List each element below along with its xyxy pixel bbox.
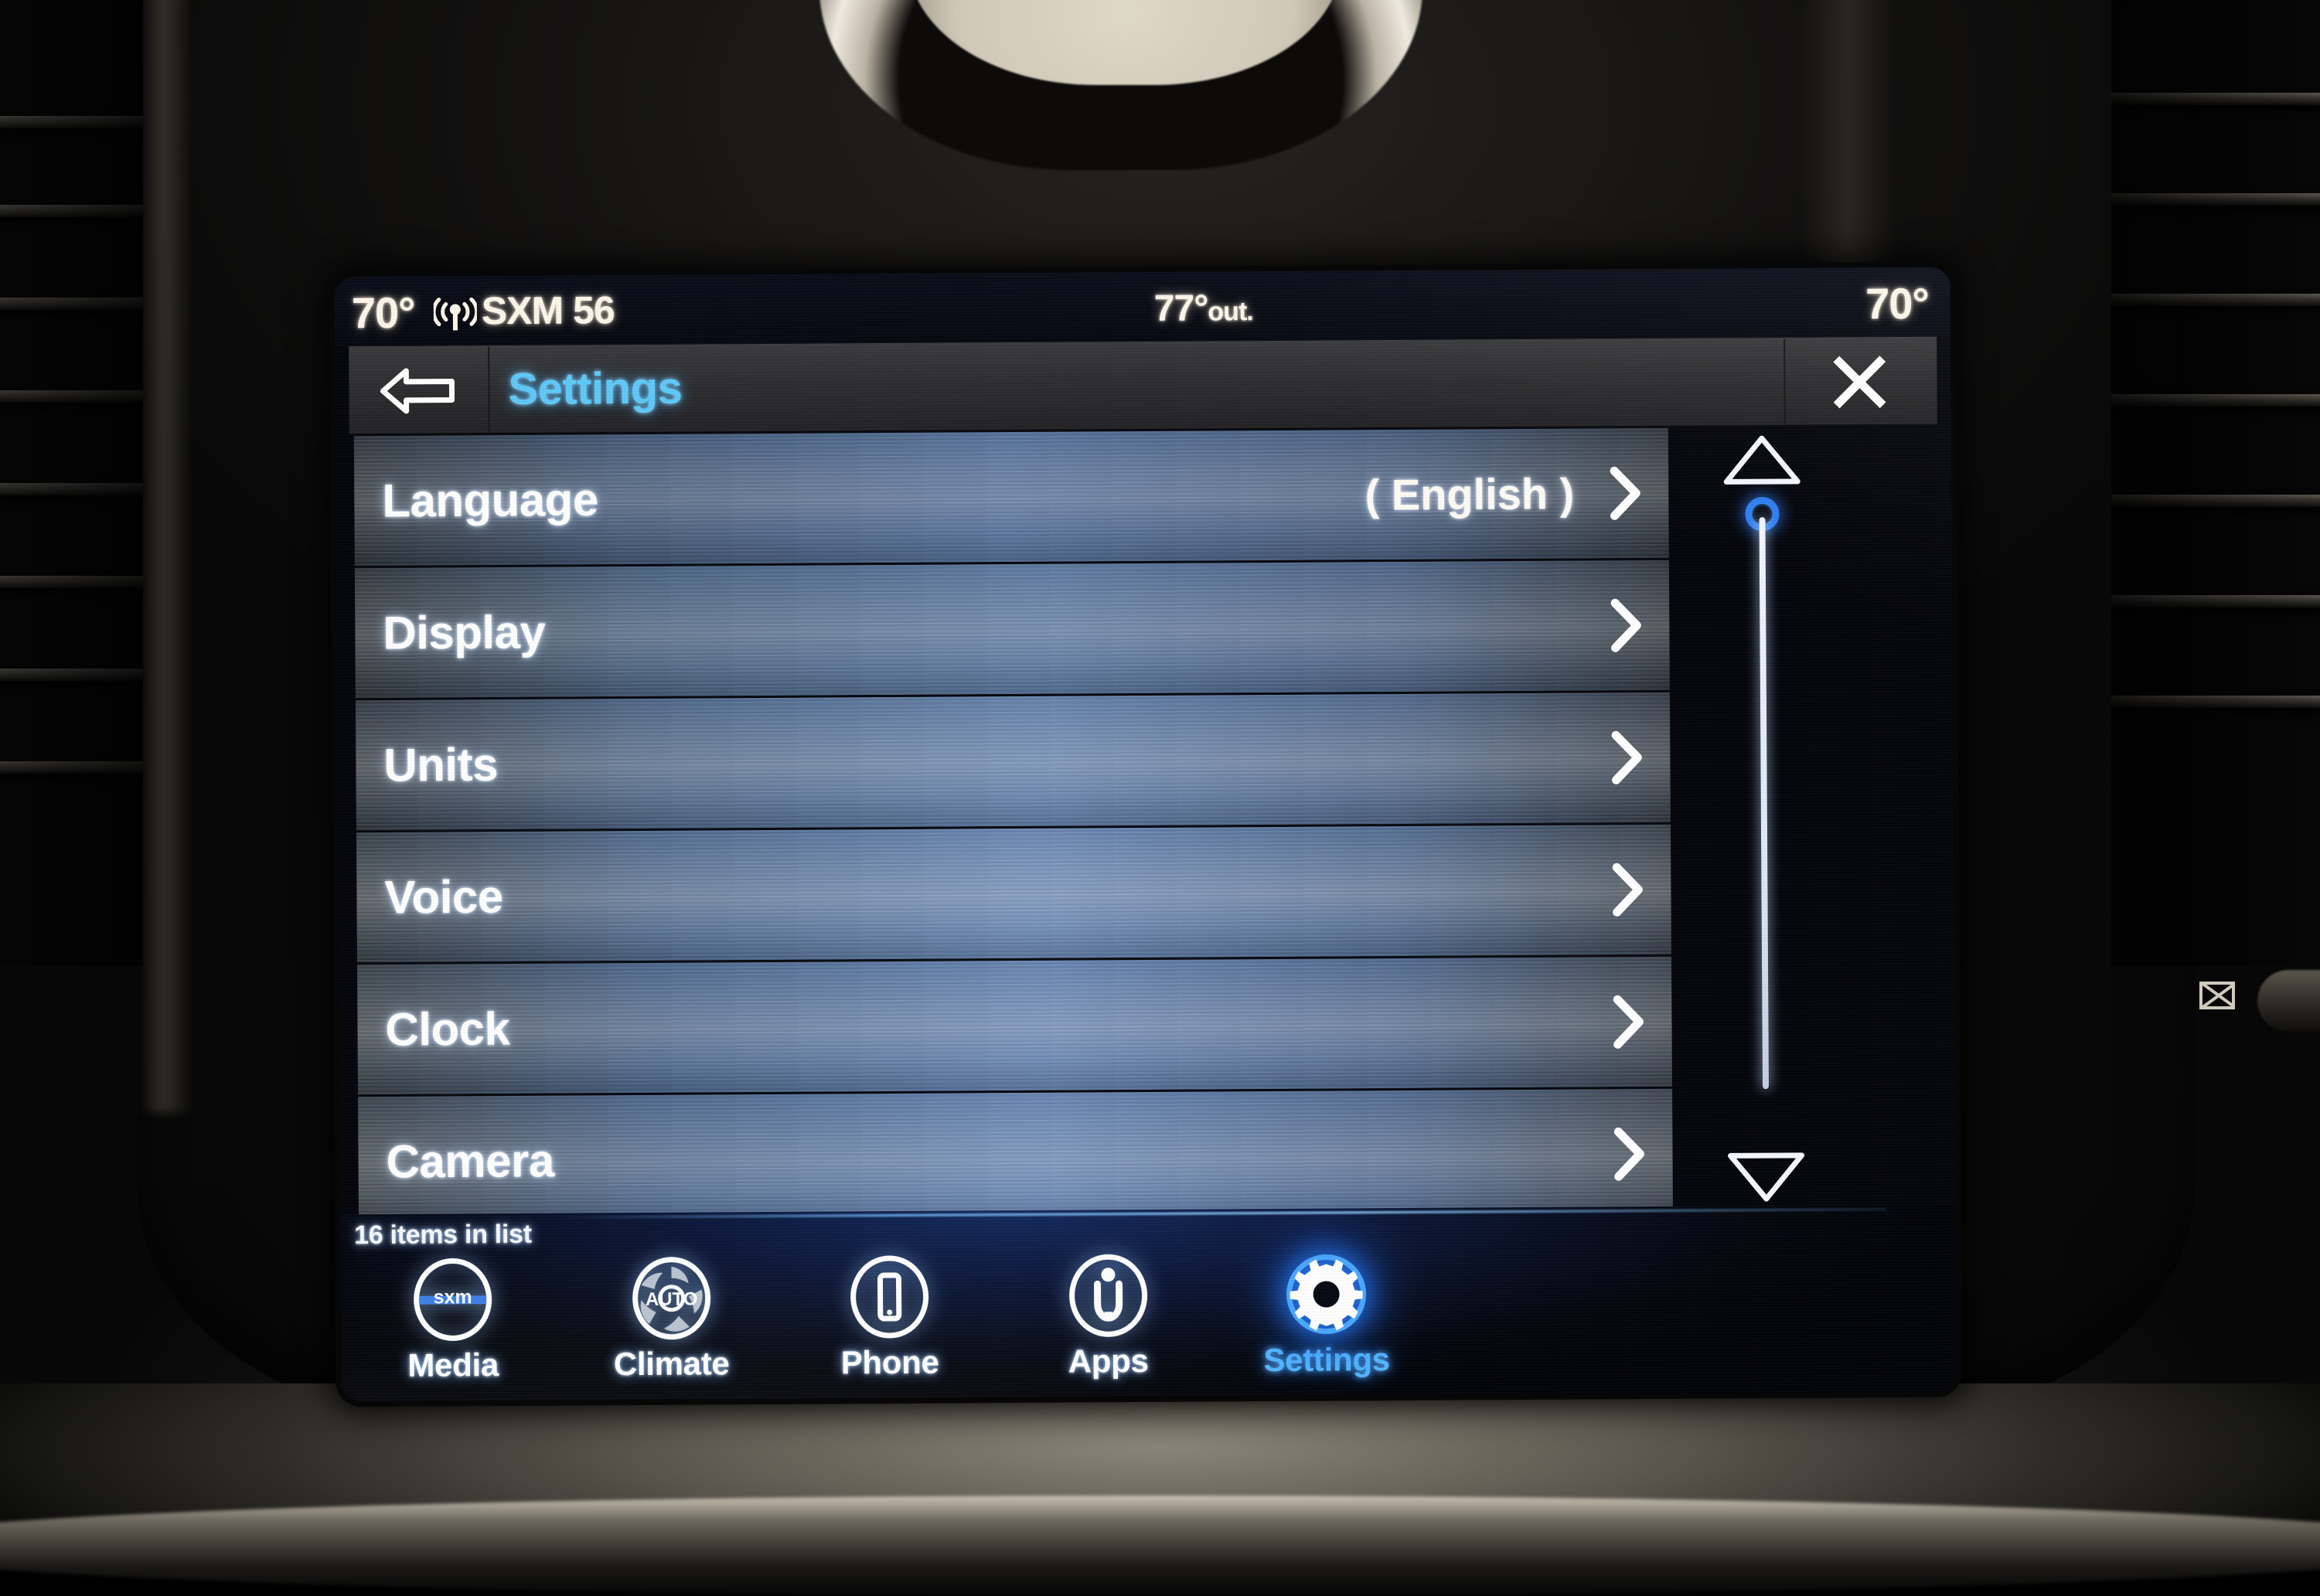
triangle-down-icon: [1726, 1149, 1807, 1206]
list-item[interactable]: Voice: [356, 825, 1671, 965]
settings-list[interactable]: Language ( English ) Display Units: [354, 428, 1673, 1217]
uconnect-u-icon: [1059, 1253, 1157, 1339]
title-bar: Settings: [349, 337, 1937, 434]
list-item-label: Voice: [384, 870, 503, 924]
radio-source-label[interactable]: SXM 56: [482, 288, 615, 333]
air-vent-left: [0, 0, 143, 966]
list-item-label: Language: [382, 473, 598, 528]
list-item[interactable]: Display: [355, 560, 1670, 700]
svg-text:sxm: sxm: [434, 1286, 472, 1308]
list-item-label: Camera: [386, 1134, 554, 1188]
bottom-nav-bar: 16 items in list sxm Media: [340, 1205, 1957, 1402]
driver-temperature[interactable]: 70°: [352, 288, 415, 338]
list-item[interactable]: Language ( English ): [354, 428, 1669, 568]
sxm-circle-icon: sxm: [404, 1257, 502, 1342]
vent-close-x-icon[interactable]: [2199, 982, 2235, 1009]
back-button[interactable]: [349, 346, 490, 434]
list-item-label: Display: [383, 605, 545, 659]
air-vent-right: [2111, 0, 2320, 966]
auto-fan-icon: AUTO: [622, 1255, 721, 1341]
passenger-temperature[interactable]: 70°: [1865, 278, 1929, 328]
chevron-right-icon: [1609, 598, 1644, 652]
nav-label: Climate: [583, 1345, 761, 1383]
infotainment-screen[interactable]: 70° SXM 56 77°out. 70°: [335, 267, 1957, 1402]
phone-handset-icon: [840, 1254, 939, 1340]
scrollbar[interactable]: [1708, 432, 1821, 1206]
items-count-label: 16 items in list: [354, 1220, 532, 1251]
list-item-label: Clock: [385, 1002, 509, 1057]
nav-item-settings[interactable]: Settings: [1237, 1251, 1416, 1391]
chevron-right-icon: [1610, 863, 1646, 917]
status-bar: 70° SXM 56 77°out. 70°: [335, 267, 1951, 347]
list-item-value: ( English ): [1364, 468, 1574, 520]
triangle-up-icon: [1722, 432, 1802, 488]
dashboard-shelf-edge: [0, 1496, 2320, 1596]
nav-item-apps[interactable]: Apps: [1019, 1253, 1197, 1393]
scroll-down-button[interactable]: [1726, 1149, 1807, 1206]
nav-item-climate[interactable]: AUTO Climate: [582, 1255, 761, 1395]
antenna-broadcast-icon: [434, 296, 477, 333]
list-item[interactable]: Clock: [357, 957, 1672, 1097]
outside-temperature: 77°out.: [1154, 287, 1253, 330]
close-x-icon: [1830, 355, 1889, 409]
list-item-label: Units: [383, 738, 498, 792]
page-title: Settings: [508, 362, 682, 415]
nav-label: Settings: [1238, 1341, 1416, 1379]
back-arrow-icon: [380, 366, 457, 415]
nav-item-phone[interactable]: Phone: [800, 1254, 979, 1394]
chevron-right-icon: [1610, 730, 1645, 784]
nav-label: Media: [364, 1346, 542, 1384]
stack-highlight-left: [139, 0, 193, 1113]
list-item[interactable]: Units: [356, 693, 1671, 832]
chevron-right-icon: [1612, 1127, 1647, 1181]
car-dashboard: 70° SXM 56 77°out. 70°: [0, 0, 2320, 1546]
chevron-right-icon: [1611, 995, 1647, 1049]
scroll-up-button[interactable]: [1722, 432, 1802, 488]
svg-text:AUTO: AUTO: [645, 1289, 697, 1310]
close-button[interactable]: [1783, 338, 1937, 425]
gear-icon: [1277, 1251, 1375, 1337]
vent-adjuster-knob[interactable]: [2257, 970, 2320, 1032]
nav-label: Phone: [801, 1343, 979, 1381]
scroll-track[interactable]: [1760, 517, 1770, 1089]
outside-temperature-suffix: out.: [1208, 297, 1253, 326]
nav-label: Apps: [1020, 1342, 1197, 1380]
outside-temperature-value: 77°: [1154, 288, 1208, 328]
chevron-right-icon: [1608, 466, 1644, 520]
nav-item-media[interactable]: sxm Media: [363, 1257, 542, 1397]
